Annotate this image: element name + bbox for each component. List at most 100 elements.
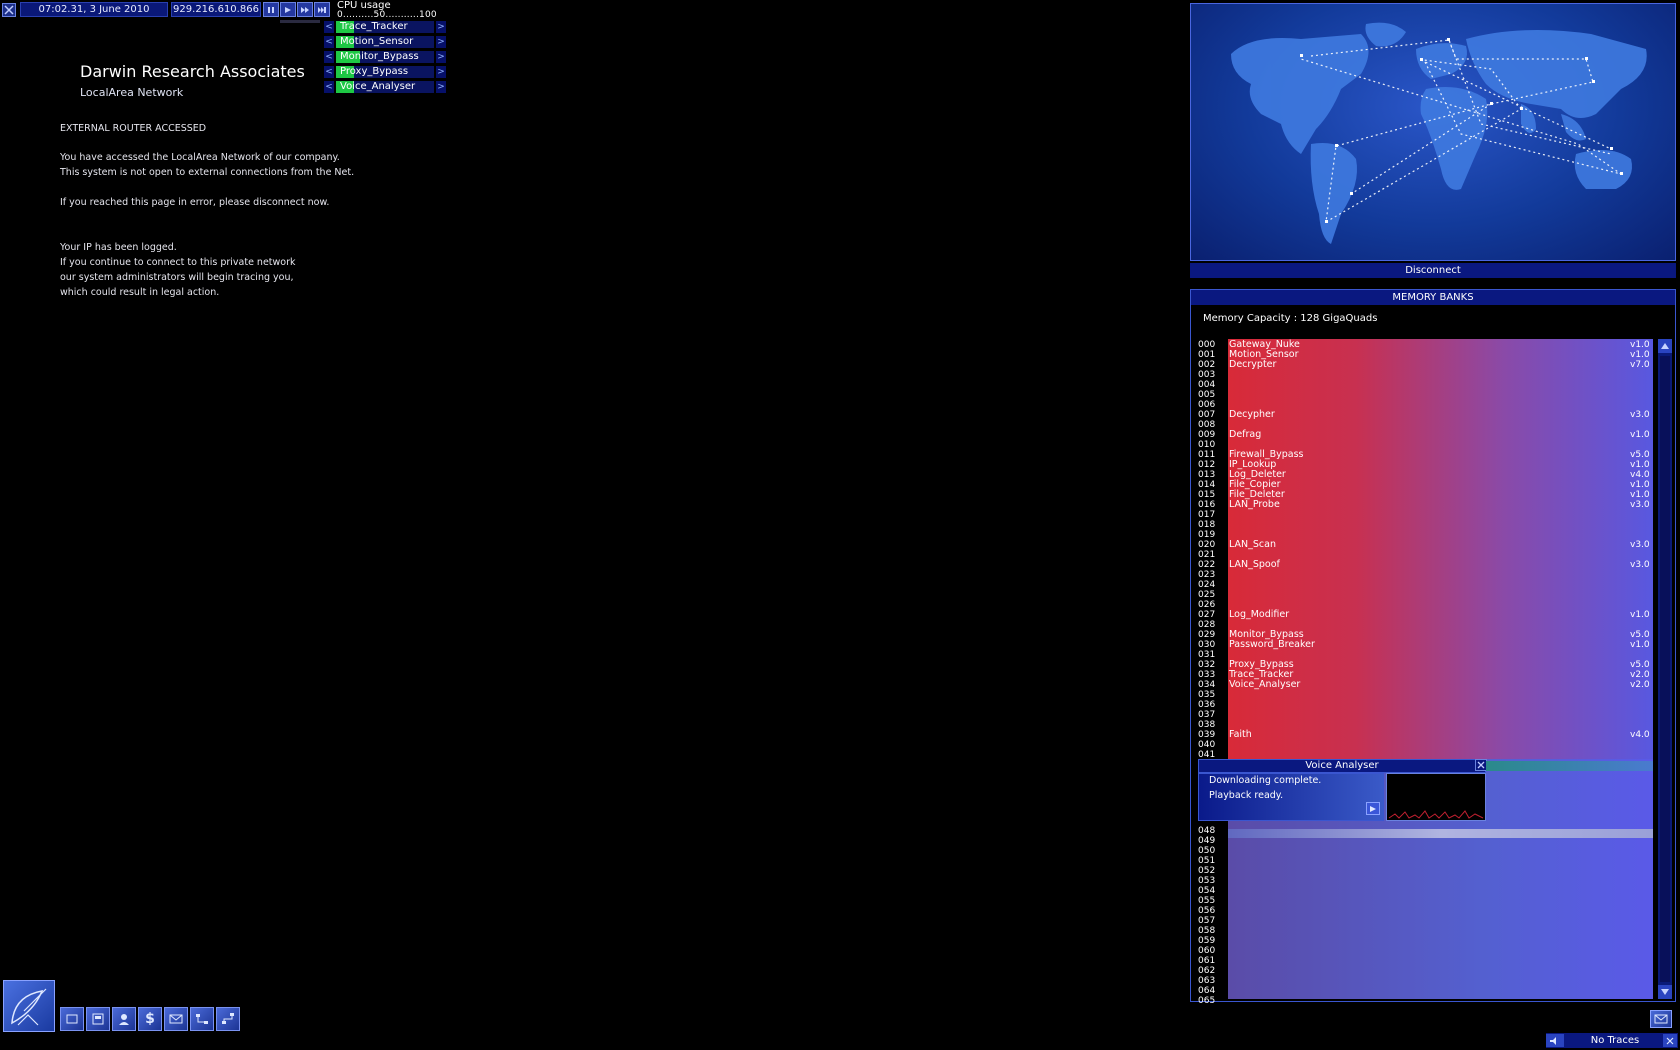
memory-slot-number: 038 — [1198, 720, 1216, 730]
memory-slot-number: 064 — [1198, 986, 1216, 996]
memory-program-name[interactable]: LAN_Scan — [1229, 540, 1276, 550]
cpu-program-label: Trace_Tracker — [340, 21, 408, 32]
memory-slot-number: 055 — [1198, 896, 1216, 906]
memory-program-name[interactable]: Decypher — [1229, 410, 1275, 420]
voice-analyser-title[interactable]: Voice Analyser — [1198, 759, 1486, 773]
memory-slot-number: 052 — [1198, 866, 1216, 876]
fast-forward-button[interactable] — [297, 2, 313, 17]
message-line: our system administrators will begin tra… — [60, 272, 294, 283]
memory-slot-number: 001 — [1198, 350, 1216, 360]
memory-program-name[interactable]: Defrag — [1229, 430, 1261, 440]
network-subtitle: LocalArea Network — [80, 86, 184, 99]
speaker-icon[interactable] — [1546, 1034, 1564, 1047]
memory-slot-number: 062 — [1198, 966, 1216, 976]
cpu-increase-button[interactable]: > — [436, 81, 446, 93]
cpu-bar: Voice_Analyser — [336, 81, 434, 93]
memory-program-name[interactable]: LAN_Spoof — [1229, 560, 1280, 570]
memory-slot-number: 008 — [1198, 420, 1216, 430]
mega-fast-forward-button[interactable] — [314, 2, 330, 17]
cpu-bar: Proxy_Bypass — [336, 66, 434, 78]
memory-slot-number: 009 — [1198, 430, 1216, 440]
cpu-decrease-button[interactable]: < — [324, 66, 334, 78]
message-line: which could result in legal action. — [60, 287, 220, 298]
memory-program-version: v1.0 — [1630, 610, 1650, 620]
memory-slot-number: 030 — [1198, 640, 1216, 650]
email-icon[interactable] — [164, 1007, 188, 1031]
cpu-increase-button[interactable]: > — [436, 51, 446, 63]
memory-program-version: v3.0 — [1630, 540, 1650, 550]
memory-highlight-row — [1228, 829, 1653, 838]
memory-slot-number: 002 — [1198, 360, 1216, 370]
cpu-decrease-button[interactable]: < — [324, 81, 334, 93]
memory-slot-number: 006 — [1198, 400, 1216, 410]
memory-slot-number: 036 — [1198, 700, 1216, 710]
memory-program-version: v2.0 — [1630, 670, 1650, 680]
memory-program-name[interactable]: Faith — [1229, 730, 1252, 740]
software-icon[interactable] — [60, 1007, 84, 1031]
memory-slot-number: 026 — [1198, 600, 1216, 610]
memory-slot-number: 035 — [1198, 690, 1216, 700]
satellite-dish-icon[interactable] — [3, 980, 55, 1032]
memory-slot-number: 056 — [1198, 906, 1216, 916]
close-icon[interactable] — [2, 3, 16, 17]
memory-slot-number: 019 — [1198, 530, 1216, 540]
cpu-decrease-button[interactable]: < — [324, 51, 334, 63]
memory-program-version: v4.0 — [1630, 730, 1650, 740]
memory-program-name[interactable]: LAN_Probe — [1229, 500, 1280, 510]
pause-button[interactable] — [263, 2, 279, 17]
memory-slot-number: 016 — [1198, 500, 1216, 510]
close-icon[interactable] — [1663, 1034, 1677, 1047]
memory-slot-number: 054 — [1198, 886, 1216, 896]
cpu-bar: Trace_Tracker — [336, 21, 434, 33]
play-button[interactable] — [280, 2, 296, 17]
cpu-increase-button[interactable]: > — [436, 36, 446, 48]
cpu-decrease-button[interactable]: < — [324, 36, 334, 48]
memory-program-name[interactable]: Decrypter — [1229, 360, 1276, 370]
cpu-decrease-button[interactable]: < — [324, 21, 334, 33]
date-time-display: 07:02.31, 3 June 2010 — [20, 2, 168, 17]
cpu-row-motion-sensor: < Motion_Sensor > — [324, 36, 446, 48]
world-map[interactable] — [1190, 3, 1676, 261]
memory-slot-number: 031 — [1198, 650, 1216, 660]
disconnect-button[interactable]: Disconnect — [1190, 263, 1676, 278]
memory-slot-number: 039 — [1198, 730, 1216, 740]
memory-slot-number: 049 — [1198, 836, 1216, 846]
page-heading: EXTERNAL ROUTER ACCESSED — [60, 123, 207, 134]
cpu-increase-button[interactable]: > — [436, 21, 446, 33]
speed-indicator — [280, 20, 320, 23]
memory-program-name[interactable]: Password_Breaker — [1229, 640, 1315, 650]
memory-slot-number: 012 — [1198, 460, 1216, 470]
memory-program-version: v1.0 — [1630, 490, 1650, 500]
memory-program-version: v2.0 — [1630, 680, 1650, 690]
memory-slot-number: 021 — [1198, 550, 1216, 560]
play-icon[interactable] — [1366, 802, 1380, 815]
status-icon[interactable] — [190, 1007, 214, 1031]
hardware-icon[interactable] — [86, 1007, 110, 1031]
memory-program-name[interactable]: Log_Modifier — [1229, 610, 1289, 620]
memory-slot-number: 013 — [1198, 470, 1216, 480]
personal-icon[interactable] — [112, 1007, 136, 1031]
cpu-program-label: Voice_Analyser — [340, 81, 416, 92]
memory-slot-number: 014 — [1198, 480, 1216, 490]
memory-program-version: v3.0 — [1630, 410, 1650, 420]
memory-slot-number: 051 — [1198, 856, 1216, 866]
cpu-increase-button[interactable]: > — [436, 66, 446, 78]
message-line: Your IP has been logged. — [60, 242, 177, 253]
memory-slot-number: 020 — [1198, 540, 1216, 550]
cpu-bar: Monitor_Bypass — [336, 51, 434, 63]
memory-program-name[interactable]: Voice_Analyser — [1229, 680, 1300, 690]
cpu-row-voice-analyser: < Voice_Analyser > — [324, 81, 446, 93]
finance-icon[interactable]: $ — [138, 1007, 162, 1031]
scroll-up-icon[interactable] — [1658, 339, 1672, 353]
scroll-down-icon[interactable] — [1658, 985, 1672, 999]
email-icon[interactable] — [1650, 1010, 1672, 1028]
memory-program-version: v4.0 — [1630, 470, 1650, 480]
memory-program-version: v5.0 — [1630, 660, 1650, 670]
memory-slot-number: 058 — [1198, 926, 1216, 936]
memory-slot-number: 061 — [1198, 956, 1216, 966]
message-line: You have accessed the LocalArea Network … — [60, 152, 340, 163]
memory-program-version: v1.0 — [1630, 340, 1650, 350]
network-icon[interactable] — [216, 1007, 240, 1031]
memory-slot-number: 007 — [1198, 410, 1216, 420]
memory-scroll-track[interactable] — [1660, 356, 1670, 982]
